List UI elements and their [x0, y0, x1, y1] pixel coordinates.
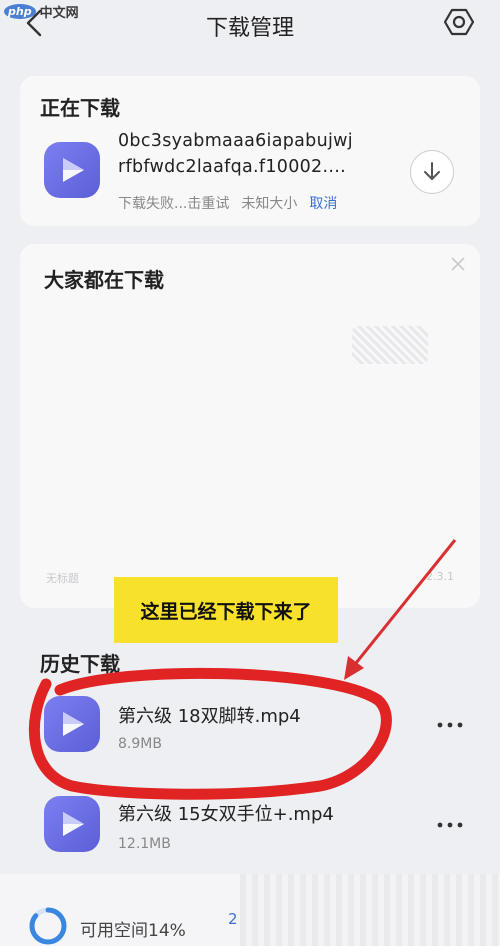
settings-gear-icon[interactable] [444, 7, 474, 37]
history-item-size: 8.9MB [118, 736, 162, 752]
video-file-icon [44, 796, 100, 852]
history-item-name: 第六级 15女双手位+.mp4 [118, 804, 334, 825]
video-file-icon [44, 142, 100, 198]
history-section-title: 历史下载 [40, 652, 120, 676]
filename-line-1: 0bc3syabmaaa6iapabujwj [118, 131, 353, 151]
storage-bar: 可用空间14% 2 [0, 874, 500, 946]
downloading-section-title: 正在下载 [40, 96, 120, 120]
history-item-size: 12.1MB [118, 836, 171, 852]
watermark-text: 中文网 [39, 6, 79, 21]
more-options-icon[interactable] [436, 820, 464, 830]
download-status-text[interactable]: 下载失败...击重试 [118, 193, 229, 213]
annotation-arrow-head [344, 656, 364, 680]
storage-extra-value[interactable]: 2 [228, 910, 238, 928]
watermark-logo: php 中文网 [4, 2, 79, 21]
popular-downloads-card [20, 244, 480, 608]
download-arrow-icon [424, 162, 440, 180]
annotation-callout: 这里已经下载下来了 [114, 577, 338, 643]
filename-line-2: rfbfwdc2laafqa.f10002.... [118, 157, 346, 177]
history-item[interactable]: 第六级 18双脚转.mp4 8.9MB [0, 690, 500, 770]
ad-placeholder-image [352, 326, 428, 364]
download-status-row: 下载失败...击重试 未知大小 取消 [118, 193, 337, 213]
storage-label: 可用空间14% [80, 921, 186, 941]
video-file-icon [44, 696, 100, 752]
download-button[interactable] [410, 150, 454, 194]
close-icon[interactable] [448, 254, 468, 274]
storage-ring-icon [29, 907, 67, 945]
popular-section-title: 大家都在下载 [44, 268, 164, 292]
download-size-text: 未知大小 [241, 196, 298, 212]
cancel-link[interactable]: 取消 [309, 193, 337, 213]
watermark-badge: php [4, 4, 36, 19]
blurred-region [240, 874, 500, 946]
ad-faint-label: 无标题 [46, 572, 79, 585]
history-item-name: 第六级 18双脚转.mp4 [118, 706, 301, 727]
more-options-icon[interactable] [436, 720, 464, 730]
downloading-filename[interactable]: 0bc3syabmaaa6iapabujwj rfbfwdc2laafqa.f1… [118, 128, 388, 180]
history-item[interactable]: 第六级 15女双手位+.mp4 12.1MB [0, 790, 500, 870]
ad-faint-version: 2.3.1 [426, 570, 454, 583]
